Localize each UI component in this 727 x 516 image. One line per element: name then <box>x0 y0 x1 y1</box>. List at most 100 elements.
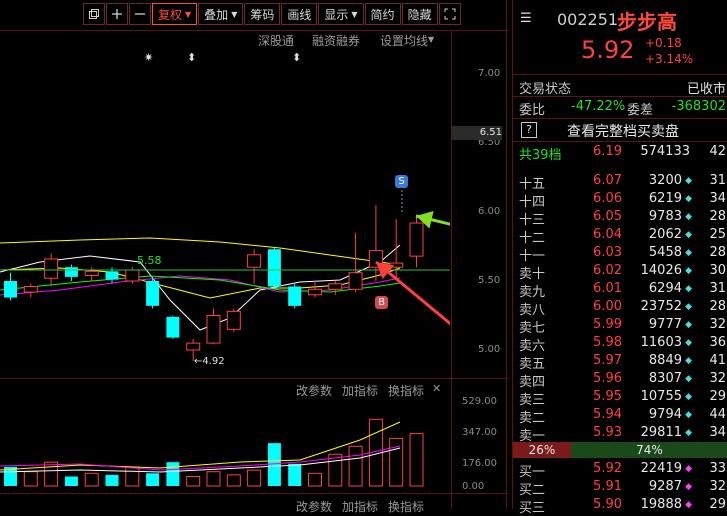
edit-params-link-2[interactable]: 改参数 <box>296 498 332 515</box>
bid-level-row[interactable]: 买二 5.91 9287 ◆ 32 <box>513 478 727 498</box>
volume-bar[interactable] <box>409 433 424 487</box>
chip-label: 筹码 <box>250 7 275 22</box>
ask-level-row[interactable]: 十五 6.07 3200 ◆ 31 <box>513 172 727 192</box>
hide-button[interactable]: 隐藏 <box>401 3 438 25</box>
simple-mode-button[interactable]: 简约 <box>364 3 401 25</box>
candle-up[interactable] <box>84 267 99 281</box>
bid-level-row[interactable]: 买一 5.92 22419 ◆ 33 <box>513 460 727 480</box>
close-icon[interactable]: ✕ <box>432 382 441 395</box>
bid-level-row[interactable]: 买三 5.90 19888 ◆ 29 <box>513 496 727 516</box>
volume-bar[interactable] <box>226 474 241 487</box>
adjust-price-dropdown[interactable]: 复权 ▼ <box>152 3 198 25</box>
draw-line-button[interactable]: 画线 <box>281 3 318 25</box>
add-indicator-link[interactable]: 加指标 <box>342 382 378 399</box>
candlestick-plot[interactable] <box>0 60 450 378</box>
copy-icon[interactable] <box>83 3 105 25</box>
ask-level-row[interactable]: 卖三 5.95 10755 ◆ 29 <box>513 388 727 408</box>
ask-level-row[interactable]: 十三 6.05 9783 ◆ 28 <box>513 208 727 228</box>
volume-bar[interactable] <box>105 474 119 486</box>
overlay-dropdown[interactable]: 叠加 ▼ <box>198 3 244 25</box>
candle-up[interactable] <box>308 281 322 298</box>
ask-price: 5.99 <box>593 317 622 332</box>
ask-order-count: 44 <box>709 407 726 422</box>
ma-settings-link[interactable]: 设置均线 <box>380 32 428 49</box>
volume-bar[interactable] <box>186 475 201 487</box>
hk-connect-link[interactable]: 深股通 <box>258 32 294 49</box>
volume-bar[interactable] <box>267 443 281 486</box>
switch-indicator-link-2[interactable]: 换指标 <box>388 498 424 515</box>
ask-level-row[interactable]: 十一 6.03 5458 ◆ 28 <box>513 244 727 264</box>
candle-up[interactable] <box>409 214 424 268</box>
ask-order-count: 31 <box>709 173 726 188</box>
candle-down[interactable] <box>267 247 281 290</box>
volume-bar[interactable] <box>308 472 322 487</box>
ask-order-count: 29 <box>709 389 726 404</box>
volume-bar[interactable] <box>288 463 302 486</box>
ask-level-row[interactable]: 卖二 5.94 9794 ◆ 44 <box>513 406 727 426</box>
ask-order-count: 34 <box>709 425 726 440</box>
volume-bar[interactable] <box>64 476 78 486</box>
volume-bar[interactable] <box>328 453 343 487</box>
candle-down[interactable] <box>4 272 17 301</box>
candle-up[interactable] <box>328 281 343 295</box>
volume-bar[interactable] <box>247 469 262 487</box>
chip-distribution-button[interactable]: 筹码 <box>244 3 281 25</box>
full-order-book-link[interactable]: 查看完整档买卖盘 <box>567 121 679 141</box>
price-tick-label: 6.00 <box>478 206 501 217</box>
candle-up[interactable] <box>23 283 38 298</box>
ask-level-row[interactable]: 卖一 5.93 29811 ◆ 34 <box>513 424 727 444</box>
zoom-in-icon[interactable] <box>106 3 128 25</box>
chevron-down-icon[interactable]: ▼ <box>428 35 434 44</box>
volume-bar[interactable] <box>166 462 180 486</box>
candle-up[interactable] <box>247 249 262 284</box>
ask-level-row[interactable]: 卖八 6.00 23752 ◆ 28 <box>513 298 727 318</box>
candle-body <box>186 342 201 351</box>
sell-signal-badge[interactable]: S <box>395 175 408 188</box>
candle-body <box>226 310 241 330</box>
volume-bar[interactable] <box>348 445 363 487</box>
add-indicator-link-2[interactable]: 加指标 <box>342 498 378 515</box>
kline-chart-area[interactable]: 复权 ▼ 叠加 ▼ 筹码 画线 显示 ▼ 简约 隐藏 深股通 融资融券 设置均线… <box>0 0 508 514</box>
ask-price: 6.02 <box>593 263 622 278</box>
fullscreen-icon[interactable] <box>438 3 461 25</box>
volume-bar[interactable] <box>206 471 221 487</box>
candle-up[interactable] <box>348 232 363 293</box>
diamond-icon: ◆ <box>685 464 692 474</box>
candle-up[interactable] <box>226 308 241 333</box>
volume-bar[interactable] <box>44 461 59 487</box>
candle-up[interactable] <box>389 218 404 279</box>
buy-signal-badge[interactable]: B <box>375 296 388 309</box>
divider <box>513 141 727 142</box>
candle-down[interactable] <box>64 264 78 281</box>
volume-bar[interactable] <box>23 471 38 487</box>
candle-down[interactable] <box>166 315 180 339</box>
ask-level-row[interactable]: 十四 6.06 6219 ◆ 34 <box>513 190 727 210</box>
volume-bar[interactable] <box>125 466 140 487</box>
ask-level-row[interactable]: 卖四 5.96 8307 ◆ 32 <box>513 370 727 390</box>
candle-body <box>64 267 78 277</box>
switch-indicator-link[interactable]: 换指标 <box>388 382 424 399</box>
display-dropdown[interactable]: 显示 ▼ <box>318 3 364 25</box>
zoom-out-icon[interactable] <box>129 3 151 25</box>
candle-body <box>247 254 262 268</box>
volume-bar[interactable] <box>146 473 160 486</box>
volume-bottom-border <box>0 493 508 494</box>
margin-trading-link[interactable]: 融资融券 <box>312 32 360 49</box>
menu-icon[interactable]: ☰ <box>520 11 532 26</box>
ask-level-row[interactable]: 卖七 5.99 9777 ◆ 32 <box>513 316 727 336</box>
ask-level-row[interactable]: 卖十 6.02 14026 ◆ 30 <box>513 262 727 282</box>
ask-level-row[interactable]: 卖五 5.97 8849 ◆ 41 <box>513 352 727 372</box>
diamond-icon: ◆ <box>685 194 692 204</box>
volume-bar[interactable] <box>389 437 404 487</box>
volume-plot[interactable] <box>0 400 450 493</box>
ask-level-row[interactable]: 十二 6.04 2062 ◆ 25 <box>513 226 727 246</box>
volume-bar[interactable] <box>84 472 99 487</box>
candle-down[interactable] <box>146 278 160 309</box>
edit-params-link[interactable]: 改参数 <box>296 382 332 399</box>
ask-level-row[interactable]: 卖九 6.01 6294 ◆ 31 <box>513 280 727 300</box>
panel-divider <box>506 0 507 509</box>
candle-down[interactable] <box>288 283 302 309</box>
ask-level-row[interactable]: 卖六 5.98 11603 ◆ 36 <box>513 334 727 354</box>
help-icon[interactable]: ? <box>521 122 537 138</box>
candle-up[interactable] <box>206 308 221 345</box>
